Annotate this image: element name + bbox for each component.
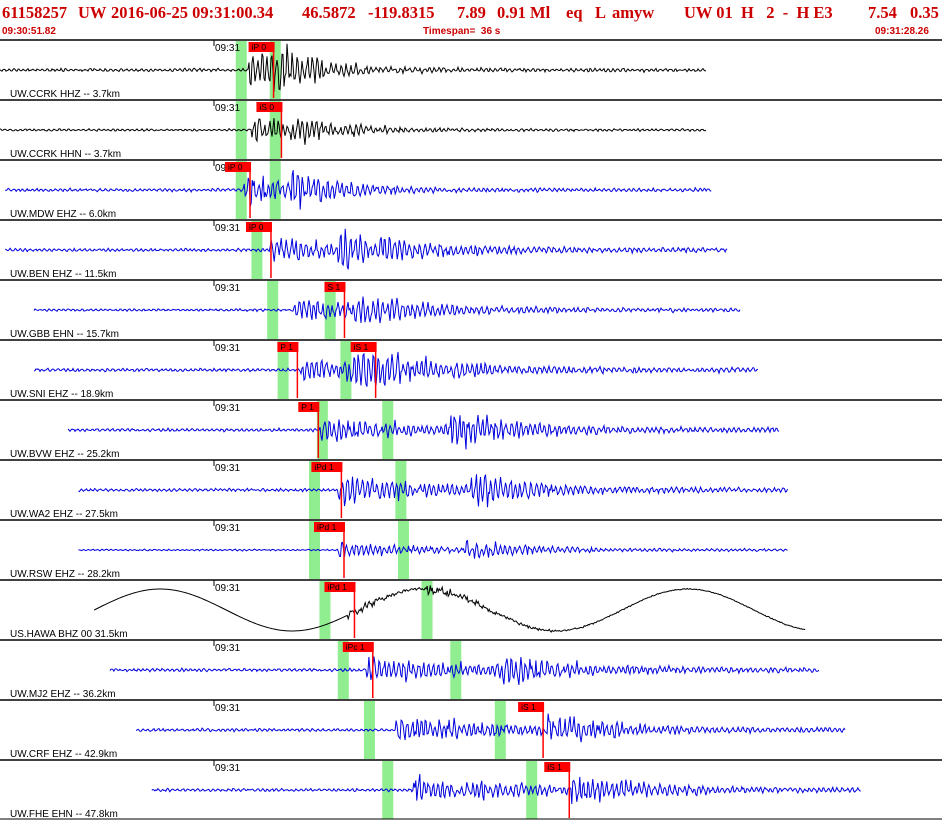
- minute-tick-label: 09:31: [215, 763, 240, 774]
- waveform-trace: [78, 539, 788, 559]
- pick-label: iPd 1: [317, 522, 337, 532]
- minute-tick-label: 09:31: [215, 283, 240, 294]
- waveform-trace: [0, 118, 707, 145]
- station-label: UW.RSW EHZ -- 28.2km: [10, 569, 120, 580]
- pick-label: iPd 1: [327, 582, 347, 592]
- station-label: UW.CRF EHZ -- 42.9km: [10, 749, 117, 760]
- waveform-trace: [151, 773, 861, 805]
- pick-label: iP 0: [249, 222, 264, 232]
- waveform-trace: [4, 228, 728, 270]
- pick-label: P 1: [280, 342, 293, 352]
- station-label: UW.FHE EHN -- 47.8km: [10, 809, 118, 820]
- minute-tick-label: 09:31: [215, 223, 240, 234]
- waveform-trace: [5, 170, 712, 210]
- station-label: UW.CCRK HHZ -- 3.7km: [10, 89, 120, 100]
- station-label: UW.BEN EHZ -- 11.5km: [10, 269, 117, 280]
- waveform-trace: [0, 43, 707, 92]
- minute-tick-label: 09:31: [215, 583, 240, 594]
- station-label: UW.MDW EHZ -- 6.0km: [10, 209, 116, 220]
- seismogram-plot: 09:31 UW.CCRK HHZ -- 3.7km iP 0 09:31 UW.CCR…: [0, 39, 942, 820]
- station-label: UW.BVW EHZ -- 25.2km: [10, 449, 119, 460]
- waveform-trace: [93, 585, 806, 633]
- waveform-trace: [78, 474, 788, 508]
- pick-label: iPc 1: [346, 642, 365, 652]
- waveform-trace: [109, 656, 820, 685]
- minute-tick-label: 09:31: [215, 703, 240, 714]
- station-label: US.HAWA BHZ 00 31.5km: [10, 629, 128, 640]
- pick-label: iS 1: [521, 702, 536, 712]
- minute-tick-label: 09:31: [215, 643, 240, 654]
- station-label: UW.GBB EHN -- 15.7km: [10, 329, 119, 340]
- pick-label: iP 0: [228, 162, 243, 172]
- minute-tick-label: 09:31: [215, 43, 240, 54]
- pick-label: iP 0: [252, 42, 267, 52]
- station-label: UW.SNI EHZ -- 18.9km: [10, 389, 113, 400]
- minute-tick-label: 09:31: [215, 403, 240, 414]
- waveform-trace: [33, 296, 741, 324]
- pick-label: iS 0: [259, 102, 274, 112]
- pick-label: P 1: [301, 402, 314, 412]
- waveform-trace: [33, 351, 759, 387]
- pick-label: S 1: [327, 282, 340, 292]
- minute-tick-label: 09:31: [215, 103, 240, 114]
- pick-label: iS 1: [547, 762, 562, 772]
- waveform-trace: [67, 414, 780, 450]
- minute-tick-label: 09:31: [215, 343, 240, 354]
- station-label: UW.MJ2 EHZ -- 36.2km: [10, 689, 116, 700]
- minute-tick-label: 09:31: [215, 463, 240, 474]
- station-label: UW.CCRK HHN -- 3.7km: [10, 149, 121, 160]
- waveform-trace: [135, 713, 846, 743]
- station-label: UW.WA2 EHZ -- 27.5km: [10, 509, 118, 520]
- pick-label: iS 1: [354, 342, 369, 352]
- pick-label: iPd 1: [314, 462, 334, 472]
- minute-tick-label: 09:31: [215, 523, 240, 534]
